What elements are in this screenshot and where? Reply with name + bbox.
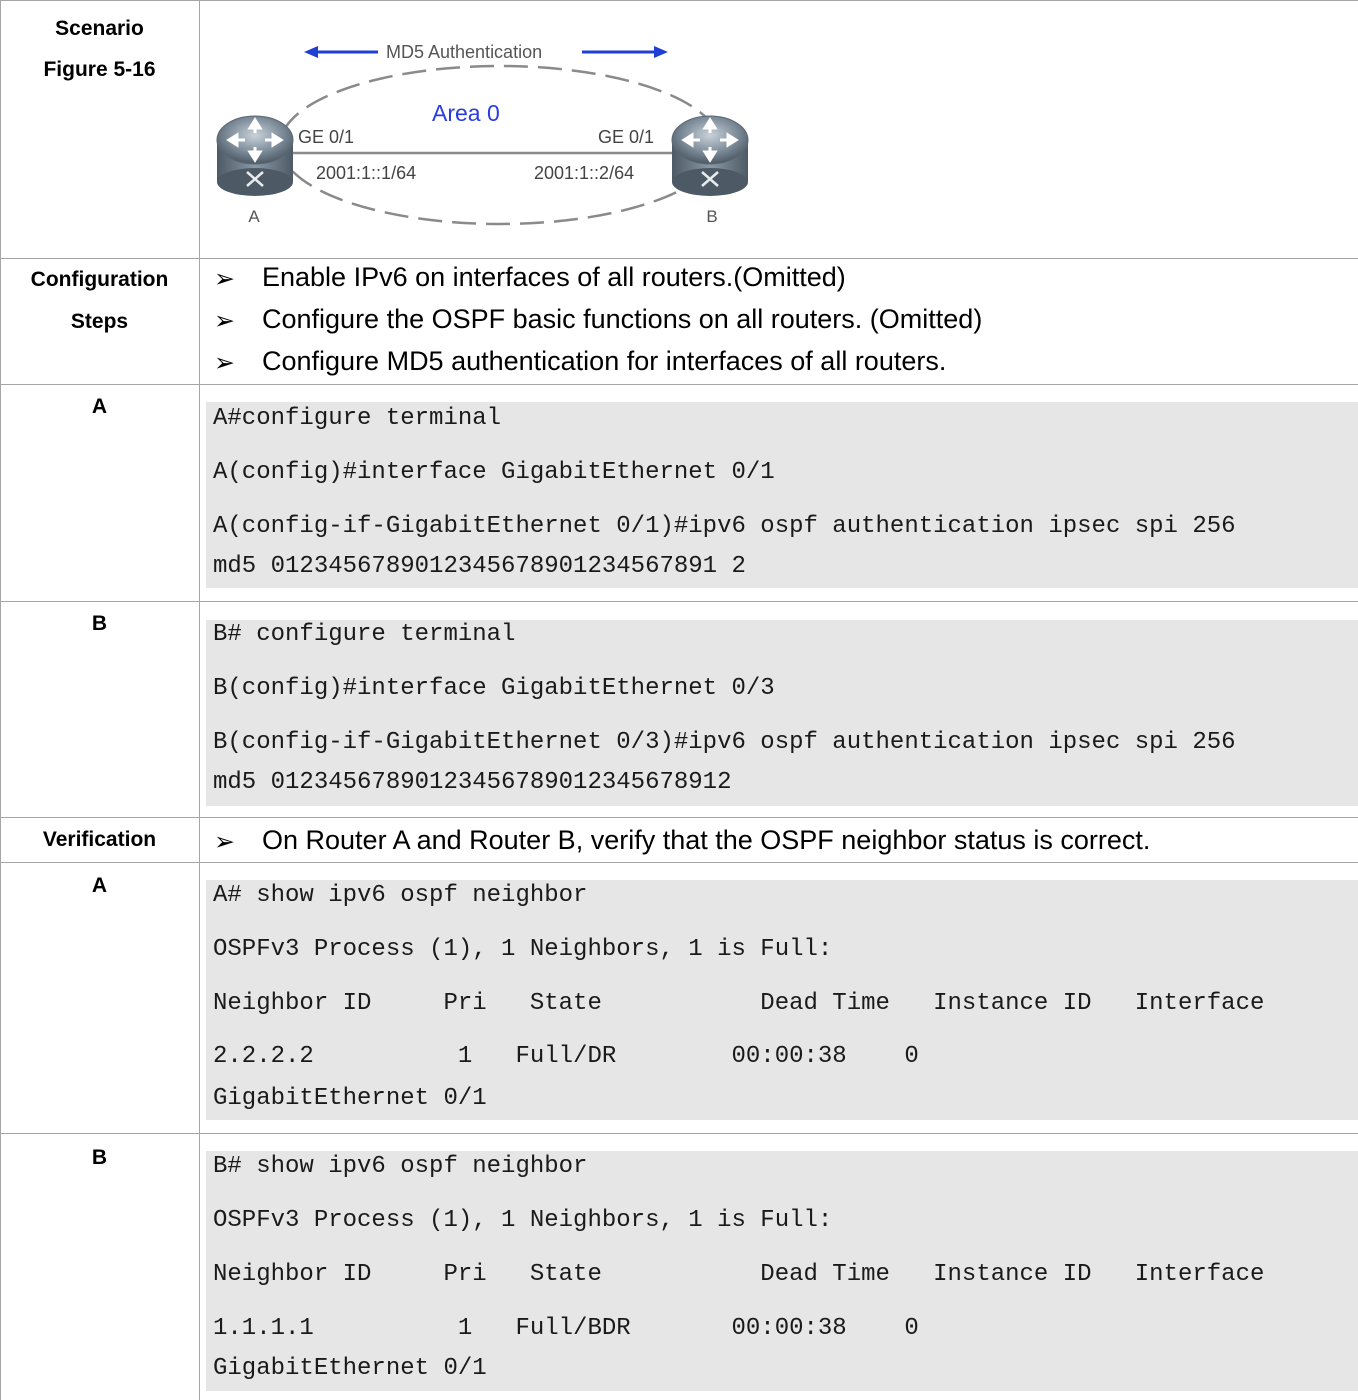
right-ip-label: 2001:1::2/64 (534, 163, 634, 183)
router-a-label: A (248, 207, 260, 226)
area-0-label: Area 0 (432, 100, 500, 126)
bullet-icon: ➢ (214, 306, 235, 335)
config-step: Enable IPv6 on interfaces of all routers… (262, 262, 846, 292)
label-verification: Verification (42, 828, 157, 851)
config-example-table: Scenario Figure 5-16 Configuration Steps… (0, 0, 1358, 1400)
left-ip-label: 2001:1::1/64 (316, 163, 416, 183)
code-line: OSPFv3 Process (1), 1 Neighbors, 1 is Fu… (213, 936, 833, 963)
row-divider (0, 817, 1358, 818)
code-line: 2.2.2.2 1 Full/DR 00:00:38 0 (213, 1043, 919, 1070)
label-scenario: Scenario (55, 17, 144, 40)
topology-diagram: MD5 Authentication Area 0 GE 0/1 GE 0/1 … (216, 42, 749, 226)
label-figure: Figure 5-16 (43, 58, 156, 81)
code-line: A(config-if-GigabitEthernet 0/1)#ipv6 os… (213, 513, 1236, 540)
code-line: Neighbor ID Pri State Dead Time Instance… (213, 1261, 1265, 1288)
code-line: B(config-if-GigabitEthernet 0/3)#ipv6 os… (213, 729, 1236, 756)
router-icon (671, 115, 749, 196)
bullet-icon: ➢ (214, 264, 235, 293)
router-b-label: B (706, 207, 717, 226)
code-line: md5 01234567890123456789012345678912 (213, 769, 732, 796)
code-line: GigabitEthernet 0/1 (213, 1355, 487, 1382)
code-line: A(config)#interface GigabitEthernet 0/1 (213, 459, 775, 486)
md5-auth-label: MD5 Authentication (386, 42, 542, 62)
code-line: A# show ipv6 ospf neighbor (213, 882, 588, 909)
verification-step: On Router A and Router B, verify that th… (262, 825, 1151, 855)
code-line: md5 0123456789012345678901234567891 2 (213, 553, 746, 580)
right-port-label: GE 0/1 (598, 127, 654, 147)
code-block-router-a-verify: A# show ipv6 ospf neighbor OSPFv3 Proces… (206, 880, 1358, 1120)
bullet-icon: ➢ (214, 348, 235, 377)
row-divider (0, 862, 1358, 863)
label-configuration: Configuration (30, 268, 169, 291)
label-router-a-config: A (91, 395, 108, 418)
code-line: B(config)#interface GigabitEthernet 0/3 (213, 675, 775, 702)
code-block-router-b-verify: B# show ipv6 ospf neighbor OSPFv3 Proces… (206, 1151, 1358, 1391)
router-icon (216, 115, 294, 196)
row-divider (0, 384, 1358, 385)
code-line: 1.1.1.1 1 Full/BDR 00:00:38 0 (213, 1315, 919, 1342)
label-router-b-verify: B (91, 1146, 108, 1169)
code-line: OSPFv3 Process (1), 1 Neighbors, 1 is Fu… (213, 1207, 833, 1234)
code-line: B# configure terminal (213, 621, 516, 648)
code-block-router-a-config: A#configure terminal A(config)#interface… (206, 402, 1358, 588)
bullet-icon: ➢ (214, 827, 235, 856)
table-border-left (0, 0, 1, 1400)
label-router-b-config: B (91, 612, 108, 635)
config-step: Configure MD5 authentication for interfa… (262, 346, 947, 376)
code-line: A#configure terminal (213, 405, 502, 432)
row-divider (0, 258, 1358, 259)
code-line: GigabitEthernet 0/1 (213, 1085, 487, 1112)
code-line: B# show ipv6 ospf neighbor (213, 1153, 588, 1180)
row-divider (0, 601, 1358, 602)
row-divider (0, 1133, 1358, 1134)
left-port-label: GE 0/1 (298, 127, 354, 147)
code-block-router-b-config: B# configure terminal B(config)#interfac… (206, 620, 1358, 806)
config-step: Configure the OSPF basic functions on al… (262, 304, 983, 334)
label-steps: Steps (70, 310, 129, 333)
code-line: Neighbor ID Pri State Dead Time Instance… (213, 990, 1265, 1017)
label-router-a-verify: A (91, 874, 108, 897)
